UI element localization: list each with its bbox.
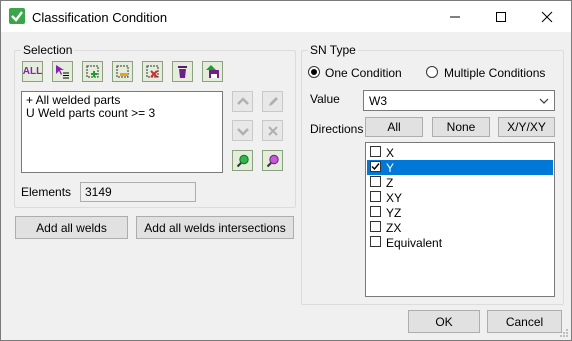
checkmark-app-icon	[9, 8, 25, 24]
direction-checkbox[interactable]	[370, 206, 381, 217]
direction-checkbox[interactable]	[370, 236, 381, 247]
select-region-tool-button[interactable]	[112, 61, 133, 82]
purple-magnifier-icon	[266, 154, 279, 167]
ok-button[interactable]: OK	[408, 310, 480, 333]
cancel-button[interactable]: Cancel	[487, 310, 562, 333]
direction-item-equivalent[interactable]: Equivalent	[367, 235, 553, 250]
close-button[interactable]	[524, 1, 570, 32]
direction-label: ZX	[386, 221, 402, 235]
add-selection-icon	[86, 65, 99, 78]
checkmark-icon	[371, 163, 380, 171]
one-condition-radio[interactable]	[308, 66, 320, 78]
minimize-icon	[450, 16, 460, 17]
directions-list: X Y Z XY YZ ZX Equivalent	[365, 142, 555, 297]
directions-label: Directions	[310, 122, 364, 136]
move-up-button[interactable]	[232, 91, 253, 112]
direction-label: XY	[386, 191, 403, 205]
edit-button[interactable]	[262, 91, 283, 112]
classification-condition-dialog: Classification Condition Selection ALL +…	[0, 0, 572, 341]
value-select[interactable]: W3	[363, 90, 555, 111]
move-down-button[interactable]	[232, 120, 253, 141]
elements-count-field: 3149	[80, 182, 196, 202]
maximize-button[interactable]	[478, 1, 524, 32]
selection-text-area[interactable]: + All welded parts U Weld parts count >=…	[21, 91, 223, 173]
select-list-tool-button[interactable]	[52, 61, 73, 82]
pencil-icon	[268, 96, 278, 106]
directions-none-button[interactable]: None	[432, 117, 490, 137]
remove-button[interactable]	[262, 120, 283, 141]
multiple-conditions-radio[interactable]	[426, 66, 438, 78]
all-label: ALL	[22, 66, 43, 77]
direction-label: Y	[386, 161, 395, 175]
minimize-button[interactable]	[432, 1, 478, 32]
elements-label: Elements	[21, 185, 72, 199]
direction-label: X	[386, 146, 395, 160]
sn-type-legend: SN Type	[308, 43, 358, 57]
remove-selection-icon	[146, 65, 159, 78]
one-condition-label: One Condition	[325, 66, 402, 80]
directions-xyz-button[interactable]: X/Y/XY	[498, 117, 555, 137]
zoom-selection-button[interactable]	[232, 150, 253, 171]
chevron-down-icon	[539, 98, 549, 104]
zoom-highlight-button[interactable]	[262, 150, 283, 171]
maximize-icon	[496, 11, 506, 22]
directions-all-button[interactable]: All	[365, 117, 423, 137]
trash-icon	[178, 66, 187, 78]
close-icon	[541, 11, 553, 22]
direction-item-x[interactable]: X	[367, 145, 553, 160]
value-selected-text: W3	[369, 94, 387, 108]
add-all-welds-intersections-button[interactable]: Add all welds intersections	[136, 216, 294, 239]
add-selection-tool-button[interactable]	[82, 61, 103, 82]
direction-item-yz[interactable]: YZ	[367, 205, 553, 220]
title-bar: Classification Condition	[1, 1, 571, 32]
green-magnifier-icon	[236, 154, 249, 167]
direction-label: Z	[386, 176, 394, 190]
direction-checkbox[interactable]	[370, 176, 381, 187]
multiple-conditions-label: Multiple Conditions	[444, 66, 546, 80]
all-tool-button[interactable]: ALL	[22, 61, 43, 82]
resize-grip-icon[interactable]	[559, 328, 569, 338]
direction-checkbox[interactable]	[370, 161, 381, 172]
window-title: Classification Condition	[32, 10, 168, 25]
delete-tool-button[interactable]	[172, 61, 193, 82]
close-icon	[267, 125, 278, 136]
save-selection-icon	[206, 65, 219, 78]
value-label: Value	[310, 92, 340, 106]
direction-label: Equivalent	[386, 236, 443, 250]
selection-line: U Weld parts count >= 3	[26, 106, 156, 120]
add-all-welds-button[interactable]: Add all welds	[15, 216, 128, 239]
selection-legend: Selection	[21, 43, 75, 57]
direction-item-zx[interactable]: ZX	[367, 220, 553, 235]
direction-checkbox[interactable]	[370, 191, 381, 202]
direction-item-z[interactable]: Z	[367, 175, 553, 190]
save-selection-tool-button[interactable]	[202, 61, 223, 82]
remove-selection-tool-button[interactable]	[142, 61, 163, 82]
direction-checkbox[interactable]	[370, 221, 381, 232]
select-list-icon	[56, 65, 69, 79]
direction-checkbox[interactable]	[370, 146, 381, 157]
chevron-down-icon	[236, 127, 249, 136]
select-region-icon	[116, 65, 129, 78]
direction-item-y[interactable]: Y	[367, 160, 553, 175]
chevron-up-icon	[236, 96, 249, 105]
direction-label: YZ	[386, 206, 402, 220]
direction-item-xy[interactable]: XY	[367, 190, 553, 205]
